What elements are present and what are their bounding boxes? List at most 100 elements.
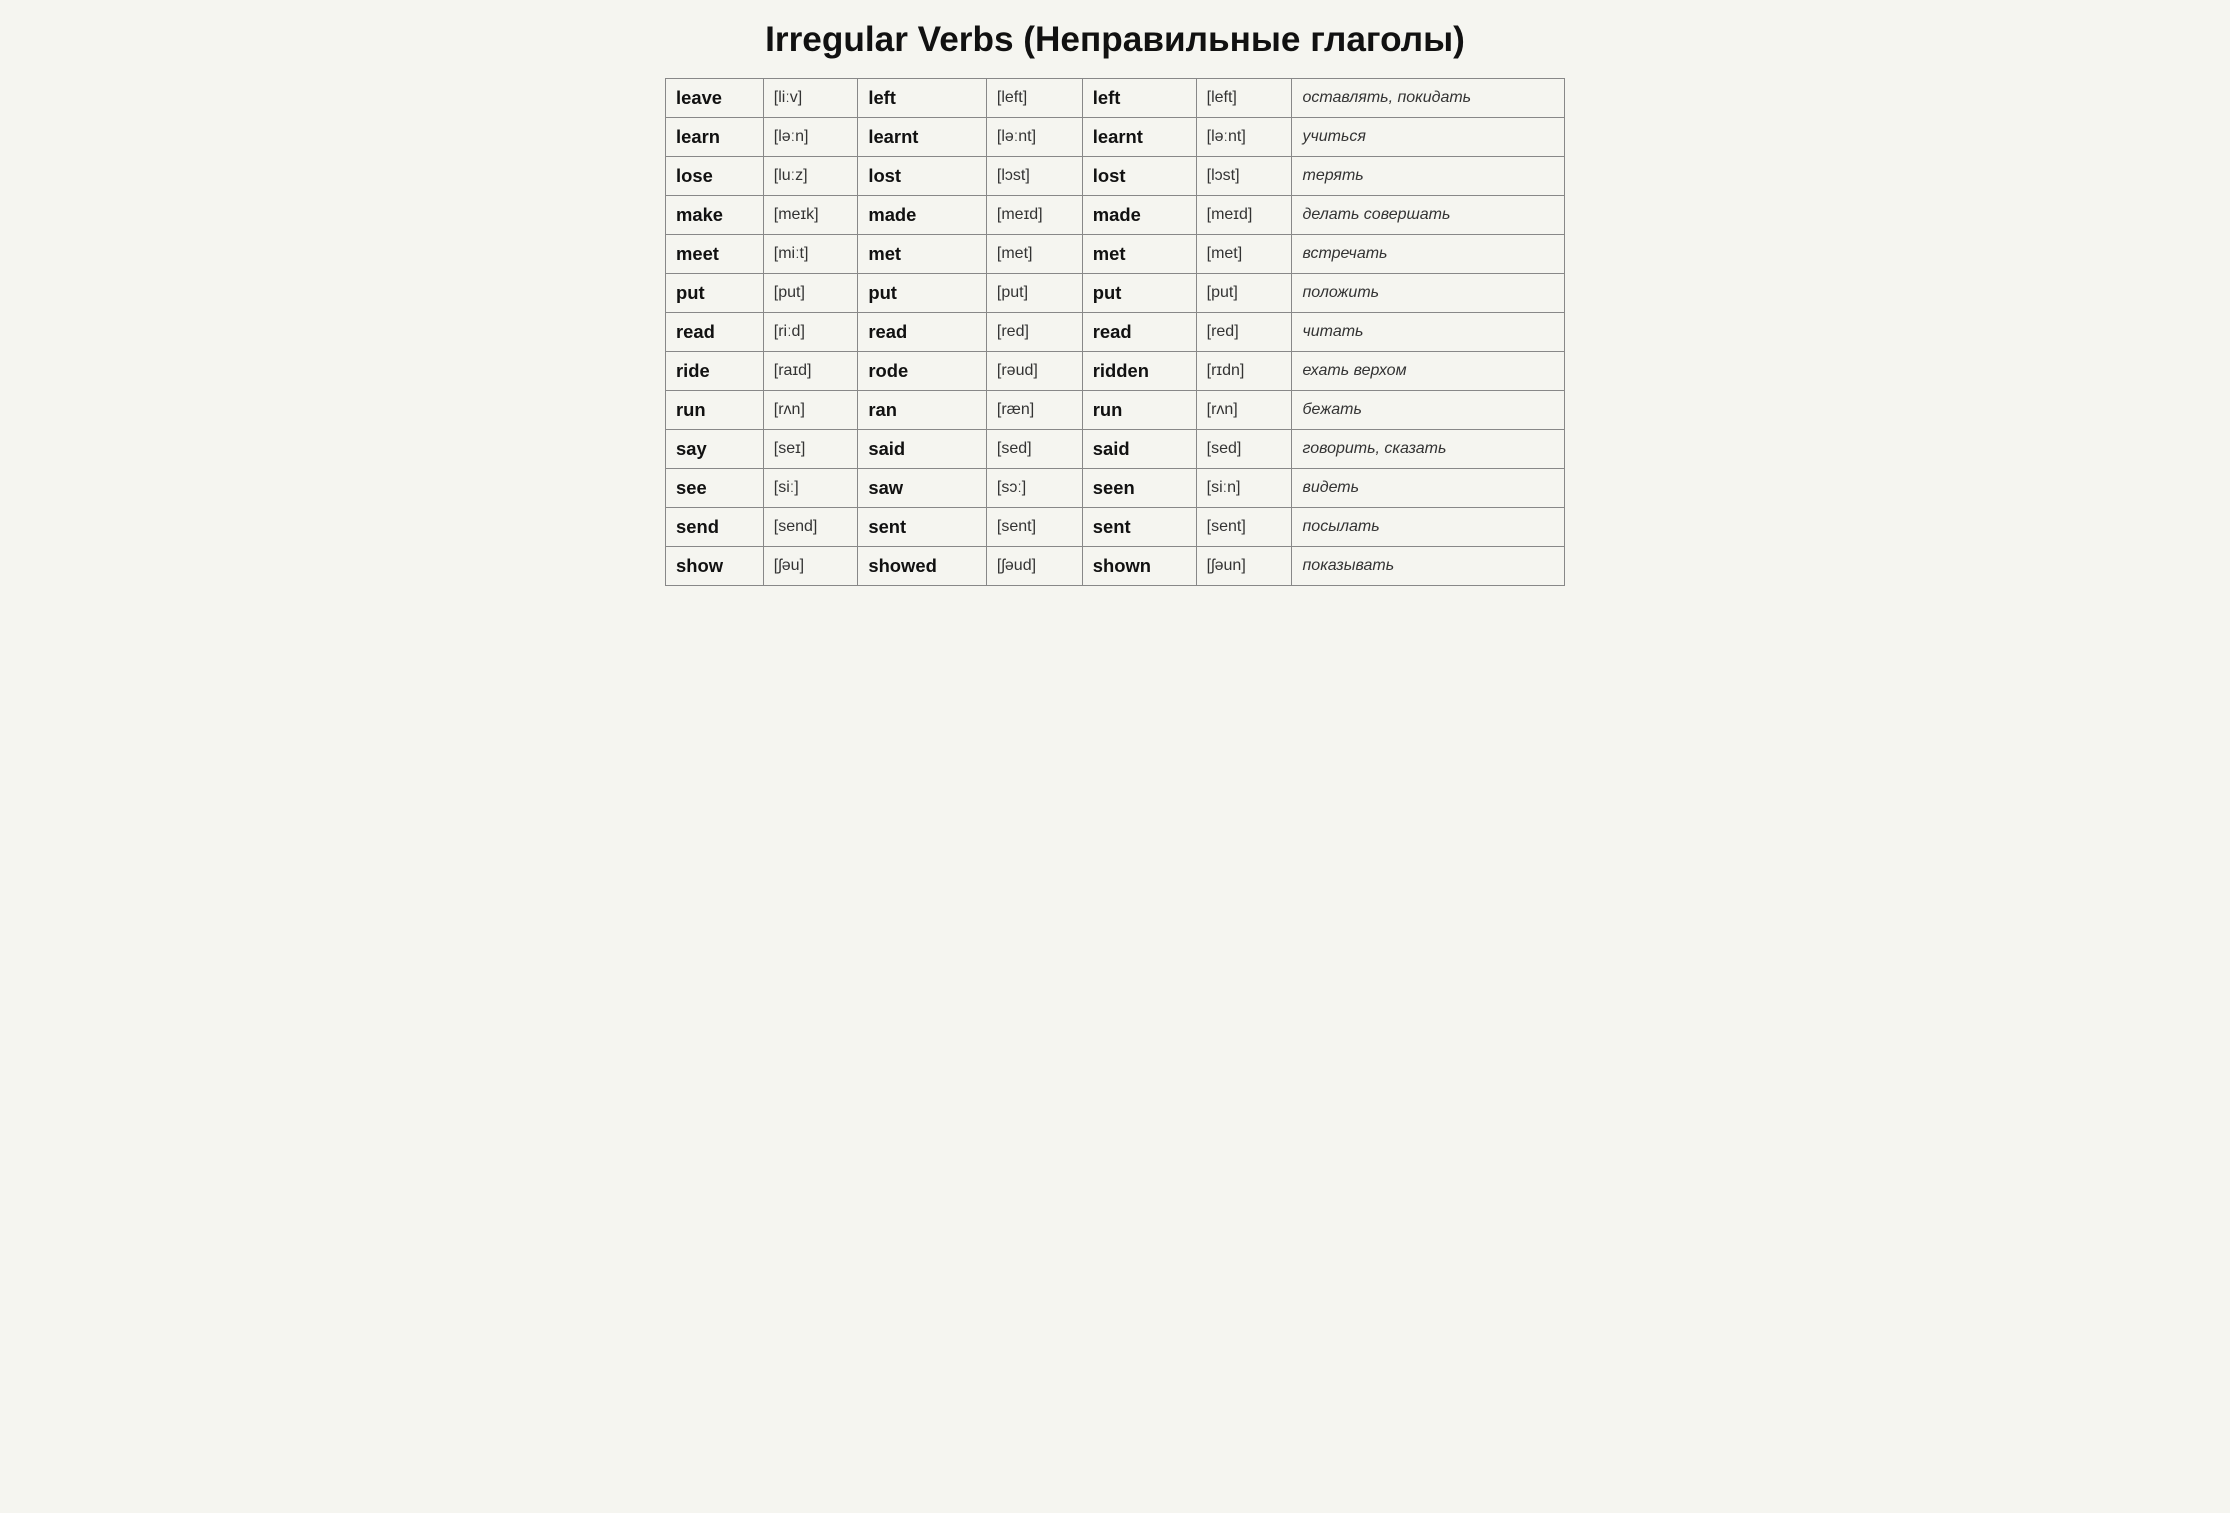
p1-cell: [miːt] (763, 235, 858, 274)
v3-cell: put (1082, 274, 1196, 313)
v1-cell: learn (666, 118, 764, 157)
v2-cell: read (858, 313, 987, 352)
p2-cell: [met] (986, 235, 1082, 274)
p2-cell: [lɔst] (986, 157, 1082, 196)
p1-cell: [raɪd] (763, 352, 858, 391)
p2-cell: [sɔː] (986, 469, 1082, 508)
v3-cell: made (1082, 196, 1196, 235)
translation-cell: терять (1292, 157, 1565, 196)
translation-cell: ехать верхом (1292, 352, 1565, 391)
translation-cell: учиться (1292, 118, 1565, 157)
table-row: learn [ləːn] learnt [ləːnt] learnt [ləːn… (666, 118, 1565, 157)
translation-cell: говорить, сказать (1292, 430, 1565, 469)
v1-cell: read (666, 313, 764, 352)
v3-cell: lost (1082, 157, 1196, 196)
translation-cell: показывать (1292, 547, 1565, 586)
v3-cell: seen (1082, 469, 1196, 508)
p3-cell: [lɔst] (1196, 157, 1292, 196)
p2-cell: [ləːnt] (986, 118, 1082, 157)
v1-cell: say (666, 430, 764, 469)
p2-cell: [meɪd] (986, 196, 1082, 235)
p3-cell: [red] (1196, 313, 1292, 352)
p1-cell: [send] (763, 508, 858, 547)
v1-cell: meet (666, 235, 764, 274)
p2-cell: [sed] (986, 430, 1082, 469)
table-row: run [rʌn] ran [ræn] run [rʌn] бежать (666, 391, 1565, 430)
p1-cell: [ləːn] (763, 118, 858, 157)
p2-cell: [red] (986, 313, 1082, 352)
table-row: ride [raɪd] rode [rəud] ridden [rɪdn] ех… (666, 352, 1565, 391)
table-row: send [send] sent [sent] sent [sent] посы… (666, 508, 1565, 547)
p1-cell: [meɪk] (763, 196, 858, 235)
v2-cell: showed (858, 547, 987, 586)
p3-cell: [rʌn] (1196, 391, 1292, 430)
table-row: make [meɪk] made [meɪd] made [meɪd] дела… (666, 196, 1565, 235)
verbs-table: leave [liːv] left [left] left [left] ост… (665, 78, 1565, 586)
p3-cell: [meɪd] (1196, 196, 1292, 235)
v1-cell: leave (666, 79, 764, 118)
v2-cell: lost (858, 157, 987, 196)
v3-cell: met (1082, 235, 1196, 274)
v3-cell: learnt (1082, 118, 1196, 157)
table-row: leave [liːv] left [left] left [left] ост… (666, 79, 1565, 118)
table-row: meet [miːt] met [met] met [met] встречат… (666, 235, 1565, 274)
p2-cell: [sent] (986, 508, 1082, 547)
v2-cell: made (858, 196, 987, 235)
table-row: lose [luːz] lost [lɔst] lost [lɔst] теря… (666, 157, 1565, 196)
p2-cell: [rəud] (986, 352, 1082, 391)
p1-cell: [riːd] (763, 313, 858, 352)
v3-cell: ridden (1082, 352, 1196, 391)
v1-cell: lose (666, 157, 764, 196)
p1-cell: [ʃəu] (763, 547, 858, 586)
p3-cell: [siːn] (1196, 469, 1292, 508)
table-row: read [riːd] read [red] read [red] читать (666, 313, 1565, 352)
p2-cell: [put] (986, 274, 1082, 313)
p2-cell: [left] (986, 79, 1082, 118)
p1-cell: [rʌn] (763, 391, 858, 430)
p2-cell: [ræn] (986, 391, 1082, 430)
p1-cell: [put] (763, 274, 858, 313)
v2-cell: sent (858, 508, 987, 547)
p1-cell: [seɪ] (763, 430, 858, 469)
translation-cell: встречать (1292, 235, 1565, 274)
p1-cell: [siː] (763, 469, 858, 508)
v2-cell: rode (858, 352, 987, 391)
v2-cell: said (858, 430, 987, 469)
v1-cell: send (666, 508, 764, 547)
translation-cell: делать совершать (1292, 196, 1565, 235)
v2-cell: learnt (858, 118, 987, 157)
p3-cell: [met] (1196, 235, 1292, 274)
v2-cell: put (858, 274, 987, 313)
translation-cell: читать (1292, 313, 1565, 352)
translation-cell: видеть (1292, 469, 1565, 508)
v1-cell: put (666, 274, 764, 313)
v3-cell: shown (1082, 547, 1196, 586)
translation-cell: бежать (1292, 391, 1565, 430)
p1-cell: [luːz] (763, 157, 858, 196)
page-title: Irregular Verbs (Неправильные глаголы) (665, 20, 1565, 60)
v3-cell: sent (1082, 508, 1196, 547)
v1-cell: ride (666, 352, 764, 391)
v3-cell: run (1082, 391, 1196, 430)
translation-cell: оставлять, покидать (1292, 79, 1565, 118)
p3-cell: [sent] (1196, 508, 1292, 547)
p3-cell: [left] (1196, 79, 1292, 118)
v1-cell: see (666, 469, 764, 508)
p3-cell: [rɪdn] (1196, 352, 1292, 391)
table-row: see [siː] saw [sɔː] seen [siːn] видеть (666, 469, 1565, 508)
v3-cell: read (1082, 313, 1196, 352)
translation-cell: положить (1292, 274, 1565, 313)
v1-cell: show (666, 547, 764, 586)
p3-cell: [put] (1196, 274, 1292, 313)
p3-cell: [sed] (1196, 430, 1292, 469)
p3-cell: [ləːnt] (1196, 118, 1292, 157)
v2-cell: met (858, 235, 987, 274)
translation-cell: посылать (1292, 508, 1565, 547)
p2-cell: [ʃəud] (986, 547, 1082, 586)
p3-cell: [ʃəun] (1196, 547, 1292, 586)
v1-cell: make (666, 196, 764, 235)
v2-cell: left (858, 79, 987, 118)
v3-cell: left (1082, 79, 1196, 118)
page-container: Irregular Verbs (Неправильные глаголы) l… (665, 20, 1565, 586)
p1-cell: [liːv] (763, 79, 858, 118)
